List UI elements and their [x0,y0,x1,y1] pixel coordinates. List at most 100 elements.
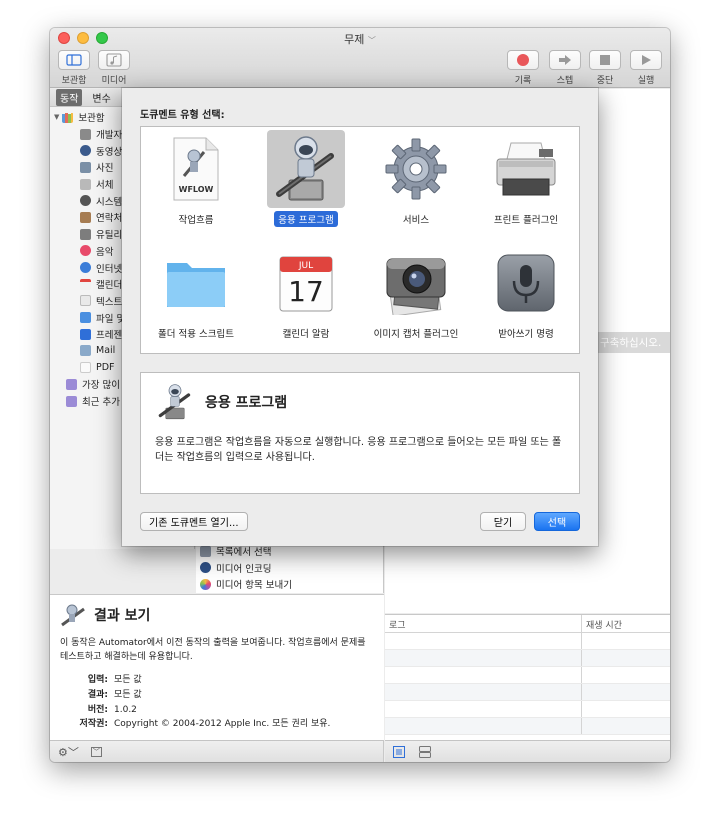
calendar-icon [80,278,91,290]
library-button-frame [58,50,90,70]
duration-column-header[interactable]: 재생 시간 [582,615,626,632]
library-item-label: 서체 [96,180,114,192]
action-item[interactable]: 미디어 인코딩 [196,560,383,577]
type-workflow[interactable]: WFLOW 작업흐름 [141,127,251,237]
stop-icon [600,55,610,65]
type-label: 서비스 [402,215,430,226]
description-toggle-icon[interactable]: ﹀ [90,746,102,757]
tile-icon-frame [267,130,345,208]
type-image-capture-plugin[interactable]: 이미지 캡처 플러그인 [361,241,471,351]
titlebar: 무제 ﹀ 보관함 미디어 기록 스텝 중단 실행 [50,28,670,88]
type-service[interactable]: 서비스 [361,127,471,237]
log-header: 로그 재생 시간 [385,615,670,633]
action-list: 목록에서 선택 미디어 인코딩 미디어 항목 보내기 [196,543,384,593]
window-title[interactable]: 무제 ﹀ [50,31,670,47]
tile-icon-frame: WFLOW [157,130,235,208]
photos-icon [80,161,91,173]
action-item[interactable]: 미디어 항목 보내기 [196,576,383,593]
record-toolbar-button[interactable]: 기록 [501,50,545,86]
library-books-icon [62,112,74,123]
tile-icon-frame: JUL 17 [267,244,345,322]
meta-key: 저작권: [79,719,108,730]
play-icon [642,55,651,65]
music-icon [80,245,91,257]
stop-toolbar-button[interactable]: 중단 [583,50,627,86]
type-label: 프린트 플러그인 [493,215,559,226]
library-item-label: 동영상 [96,146,123,158]
library-item-label: 캘린더 [96,280,123,292]
document-type-sheet: 도큐멘트 유형 선택: WFLOW 작업흐름 응용 프로그램 서비스 프린트 플… [122,88,598,546]
contacts-icon [80,211,91,223]
log-row [385,684,670,701]
media-toolbar-label: 미디어 [101,76,127,86]
log-column-header[interactable]: 로그 [385,615,582,632]
type-print-plugin[interactable]: 프린트 플러그인 [471,127,581,237]
internet-icon [80,262,91,274]
log-bottom-bar [385,740,670,762]
library-toolbar-label: 보관함 [61,76,87,86]
automator-robot-icon [276,136,334,201]
library-item-label: 개발자 [96,130,123,142]
library-item-label: 파일 및 [96,313,126,325]
library-item-label: 유틸리 [96,230,123,242]
description-pane: 결과 보기 이 동작은 Automator에서 이전 동작의 출력을 보여줍니다… [50,594,384,740]
files-icon [80,312,91,324]
action-label: 목록에서 선택 [216,547,272,559]
close-button[interactable]: 닫기 [480,512,526,531]
meta-row: 입력: 모든 값 [60,673,374,688]
meta-row: 버전: 1.0.2 [60,703,374,718]
meta-value: Copyright © 2004-2012 Apple Inc. 모든 권리 보… [114,719,331,730]
gear-menu-icon[interactable]: ⚙︎﹀ [58,744,79,760]
tab-variables[interactable]: 변수 [88,89,114,106]
library-item-label: 인터넷 [96,263,123,275]
meta-value: 1.0.2 [114,704,137,715]
type-folder-action[interactable]: 폴더 적용 스크립트 [141,241,251,351]
list-view-icon[interactable] [393,745,405,758]
type-dictation-command[interactable]: 받아쓰기 명령 [471,241,581,351]
type-application[interactable]: 응용 프로그램 [251,127,361,237]
type-label: 응용 프로그램 [274,211,338,227]
tile-icon-frame [487,244,565,322]
automator-robot-icon [158,384,191,420]
meta-value: 모든 값 [114,674,142,685]
meta-row: 결과: 모든 값 [60,688,374,703]
open-existing-document-button[interactable]: 기존 도큐멘트 열기... [140,512,248,531]
disclosure-triangle-icon[interactable]: ▼ [54,113,59,121]
library-root-label: 보관함 [78,113,105,125]
tile-icon-frame [377,130,455,208]
type-calendar-alarm[interactable]: JUL 17 캘린더 알람 [251,241,361,351]
camera-icon [386,258,446,315]
meta-key: 결과: [87,689,108,700]
workflow-file-badge: WFLOW [179,185,214,194]
tab-actions[interactable]: 동작 [56,89,83,106]
library-toolbar-button[interactable]: 보관함 [52,50,96,86]
presentations-icon [80,328,91,340]
type-detail-title: 응용 프로그램 [205,395,288,411]
media-button-frame [98,50,130,70]
library-item-label: 시스템 [96,196,123,208]
developer-icon [80,128,91,140]
split-view-icon[interactable] [419,745,431,758]
media-toolbar-button[interactable]: 미디어 [92,50,136,86]
sidebar-icon [66,54,82,66]
choose-button[interactable]: 선택 [534,512,580,531]
log-rows [385,633,670,735]
description-header: 결과 보기 [60,603,374,627]
library-item-label: Mail [96,345,116,357]
step-icon [559,55,571,65]
smart-group-label: 최근 추가 [82,397,120,409]
chevron-down-icon: ﹀ [367,36,376,45]
type-label: 작업흐름 [178,215,214,226]
step-toolbar-button[interactable]: 스텝 [543,50,587,86]
workflow-file-icon: WFLOW [173,137,219,201]
tile-icon-frame [377,244,455,322]
description-title: 결과 보기 [94,608,151,624]
record-icon [517,54,529,66]
run-button-frame [630,50,662,70]
run-toolbar-button[interactable]: 실행 [624,50,668,86]
library-item-label: 텍스트 [96,296,123,308]
library-item-label: PDF [96,362,115,374]
smart-folder-icon [66,378,77,390]
calendar-icon: JUL 17 [279,256,333,312]
sheet-title: 도큐멘트 유형 선택: [140,110,225,121]
